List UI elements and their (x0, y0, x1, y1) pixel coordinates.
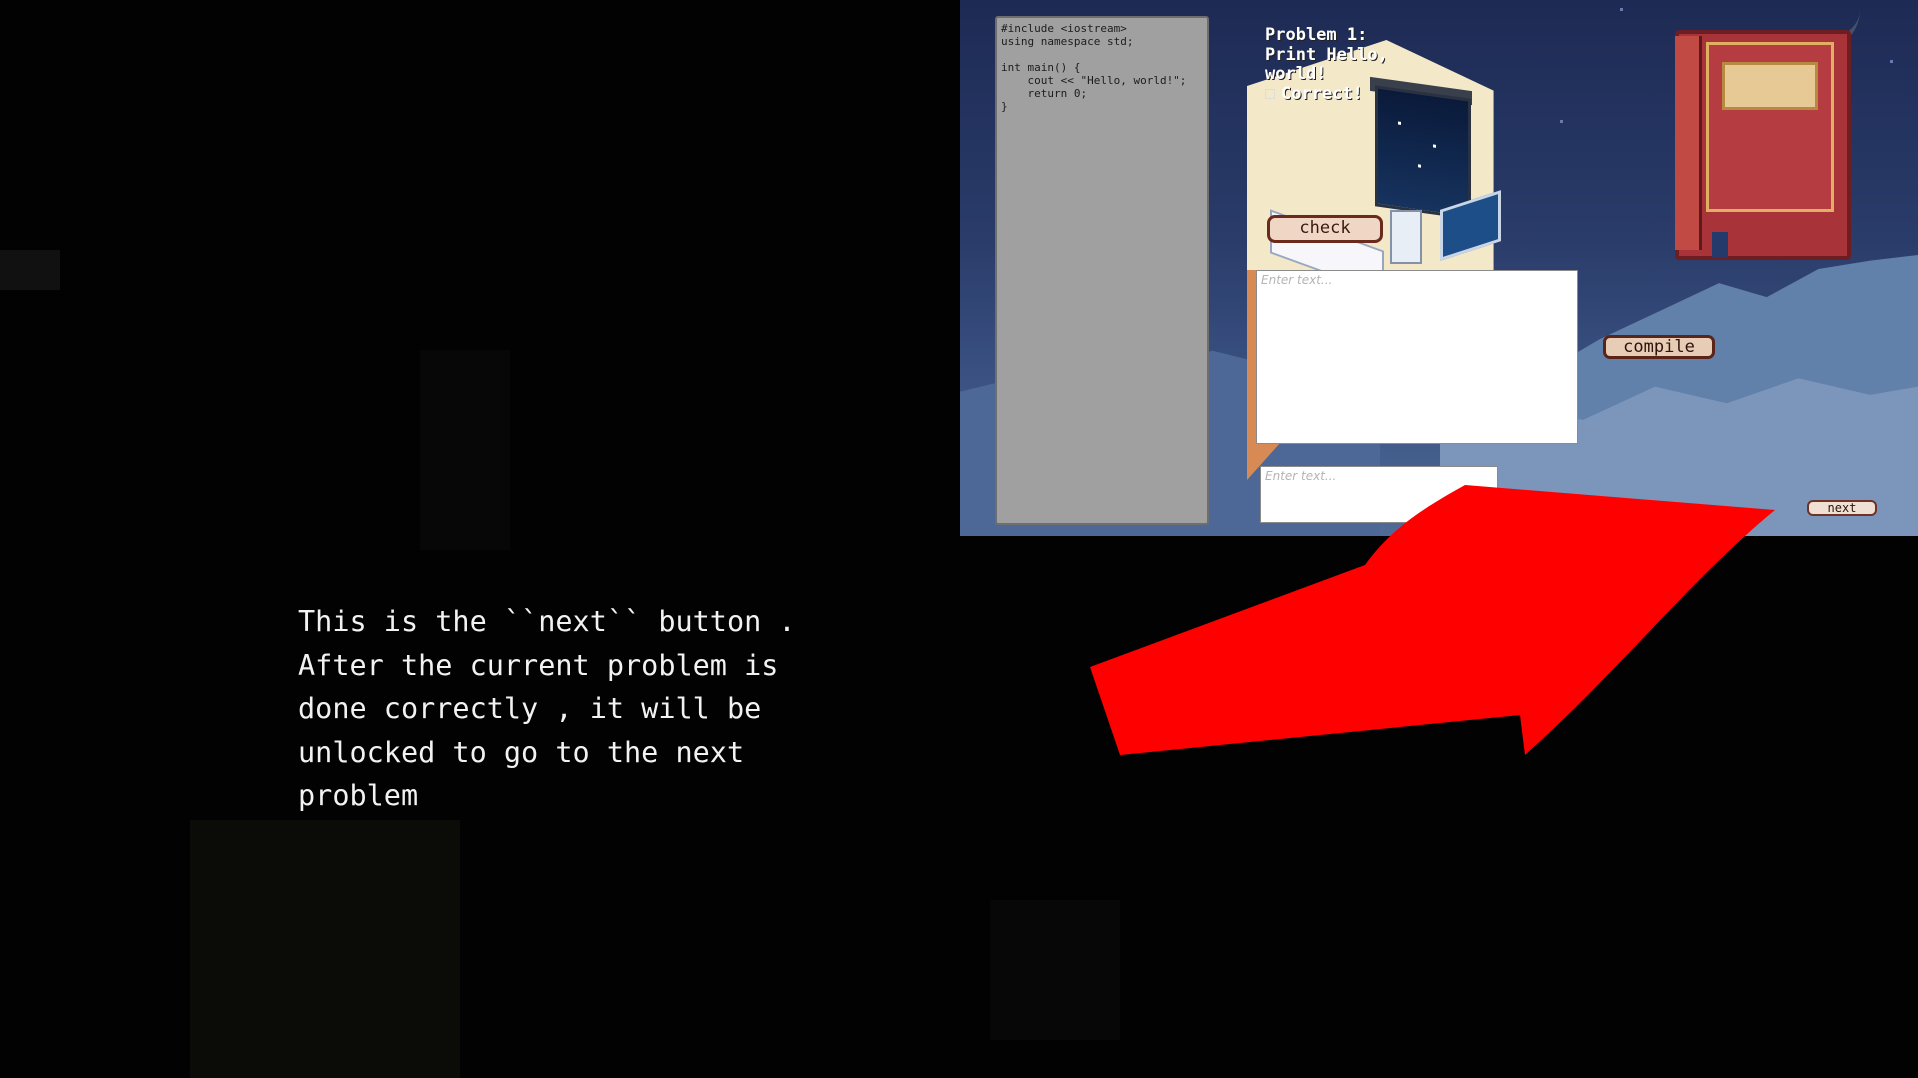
input-textarea[interactable]: Enter text... (1256, 270, 1578, 444)
book-label (1722, 62, 1818, 110)
problem-statement: Problem 1: Print Hello, world! Correct! (1265, 25, 1425, 105)
tutorial-caption: This is the ``next`` button . After the … (298, 605, 796, 812)
background-shape (420, 350, 510, 550)
problem-text-line: world! (1265, 64, 1327, 84)
star-icon (1620, 8, 1623, 11)
compile-button[interactable]: compile (1603, 335, 1715, 359)
code-text[interactable]: #include <iostream> using namespace std;… (1001, 22, 1203, 113)
checkbox-icon (1265, 89, 1275, 100)
game-screenshot: #include <iostream> using namespace std;… (960, 0, 1918, 536)
problem-title: Problem 1: (1265, 25, 1368, 45)
background-shape (0, 250, 60, 290)
correct-label: Correct! (1281, 83, 1363, 104)
star-icon (1560, 120, 1563, 123)
bookmark-icon (1712, 232, 1728, 258)
arrow-shape (1090, 485, 1775, 755)
problem-text-line: Print Hello, (1265, 44, 1388, 65)
star-icon (1398, 121, 1401, 125)
window-icon (1375, 85, 1471, 220)
red-arrow-icon (1090, 485, 1775, 755)
correct-indicator: Correct! (1265, 83, 1425, 105)
star-icon (1418, 164, 1421, 168)
next-button[interactable]: next (1807, 500, 1877, 516)
star-icon (1433, 144, 1436, 148)
computer-tower-icon (1390, 210, 1422, 264)
check-button[interactable]: check (1267, 215, 1383, 243)
background-shape (990, 900, 1120, 1040)
book-spine (1675, 36, 1702, 250)
background-shape (190, 820, 460, 1078)
star-icon (1890, 60, 1893, 63)
code-editor-panel[interactable]: #include <iostream> using namespace std;… (995, 16, 1209, 525)
